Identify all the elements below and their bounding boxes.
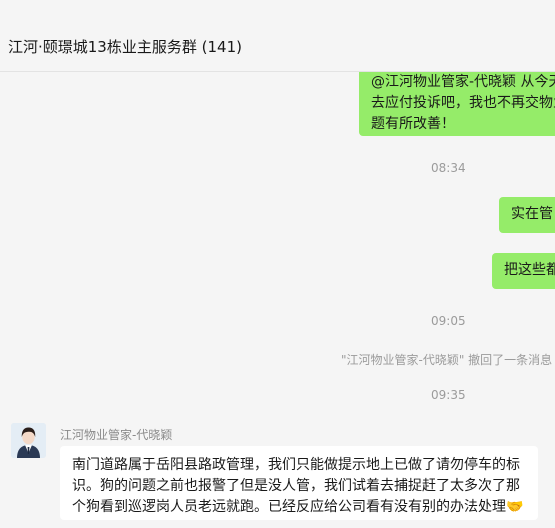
sender-avatar[interactable] [11,423,46,458]
outgoing-message-bubble[interactable]: 把这些都 [492,253,555,289]
message-text: 把这些都 [504,262,555,278]
sender-name[interactable]: 江河物业管家-代晓颖 [60,426,172,443]
incoming-message-bubble[interactable]: 南门道路属于岳阳县路政管理，我们只能做提示地上已做了请勿停车的标 识。狗的问题之… [60,446,538,520]
timestamp: 09:35 [431,388,466,402]
message-text: 实在管 [511,206,553,222]
handshake-emoji-icon: 🤝 [506,499,524,515]
message-line: 南门道路属于岳阳县路政管理，我们只能做提示地上已做了请勿停车的标 [72,457,520,473]
message-line: 去应付投诉吧，我也不再交物业 [371,95,555,111]
avatar-portrait [11,423,46,458]
message-line-with-emoji: 个狗看到巡逻岗人员老远就跑。已经反应给公司看有没有别的办法处理🤝 [72,497,526,518]
message-line: 题有所改善！ [371,116,455,132]
message-line-text: 个狗看到巡逻岗人员老远就跑。已经反应给公司看有没有别的办法处理 [72,499,506,515]
message-line: @江河物业管家-代晓颖 从今天 [371,74,555,90]
outgoing-message-bubble[interactable]: @江河物业管家-代晓颖 从今天 去应付投诉吧，我也不再交物业 题有所改善！ [359,62,555,136]
chat-header: 江河·颐璟城13栋业主服务群 (141) [0,0,555,72]
recall-notice: "江河物业管家-代晓颖" 撤回了一条消息 [341,353,553,367]
chat-title[interactable]: 江河·颐璟城13栋业主服务群 (141) [8,36,242,57]
outgoing-message-bubble[interactable]: 实在管 [499,197,555,233]
message-line: 识。狗的问题之前也报警了但是没人管，我们试着去捕捉赶了太多次了那 [72,478,520,494]
timestamp: 09:05 [431,314,466,328]
timestamp: 08:34 [431,161,466,175]
